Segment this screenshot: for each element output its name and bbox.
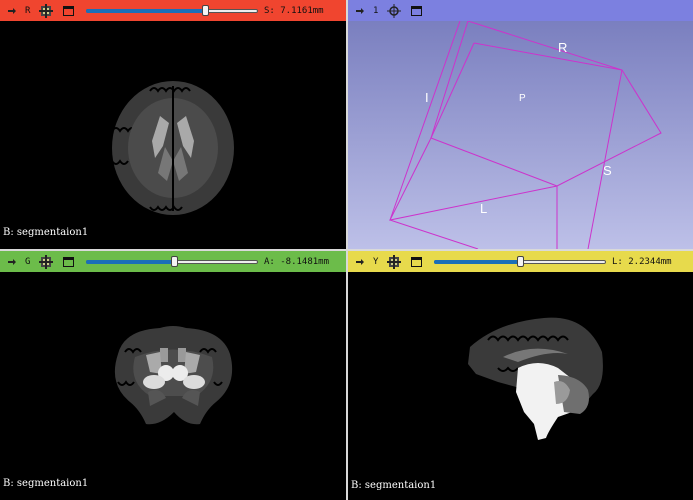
- pin-icon[interactable]: [7, 6, 17, 16]
- bounding-box: [389, 20, 662, 249]
- axis-label-s: S: [603, 163, 612, 178]
- slice-view-letter: Y: [373, 256, 379, 267]
- slider-thumb[interactable]: [517, 255, 524, 267]
- slice-canvas[interactable]: B: segmentaion1: [0, 21, 346, 249]
- yellow-slice-controller: Y L: 2.2344mm: [348, 251, 693, 272]
- slice-offset-slider[interactable]: [86, 4, 258, 18]
- layers-icon[interactable]: [39, 254, 53, 269]
- red-slice-view[interactable]: R S: 7.1161mm B: segmentaion1: [0, 0, 346, 249]
- segmentation-layer-label: B: segmentaion1: [3, 478, 89, 489]
- axis-label-p: P: [519, 93, 526, 104]
- window-maximize-icon[interactable]: [411, 256, 422, 267]
- slice-view-letter: R: [25, 5, 31, 16]
- slice-view-letter: G: [25, 256, 31, 267]
- green-slice-view[interactable]: G A: -8.1481mm B: segmentaion1: [0, 251, 346, 500]
- 3d-canvas[interactable]: R I P S L: [348, 20, 693, 249]
- slider-thumb[interactable]: [201, 4, 209, 16]
- slice-offset-readout: A: -8.1481mm: [264, 256, 330, 267]
- sagittal-brain-image: [468, 317, 603, 440]
- axis-label-l: L: [480, 201, 488, 216]
- slice-canvas[interactable]: B: segmentaion1: [348, 272, 693, 500]
- coronal-brain-image: [114, 326, 233, 425]
- segmentation-layer-label: B: segmentaion1: [3, 227, 89, 238]
- view-number: 1: [373, 5, 379, 16]
- slice-offset-readout: S: 7.1161mm: [264, 5, 324, 16]
- slice-offset-readout: L: 2.2344mm: [612, 256, 672, 267]
- slider-thumb[interactable]: [170, 255, 178, 267]
- layers-icon[interactable]: [39, 3, 53, 18]
- layers-icon[interactable]: [387, 254, 401, 269]
- slice-canvas[interactable]: B: segmentaion1: [0, 272, 346, 500]
- pin-icon[interactable]: [7, 257, 17, 267]
- segmentation-layer-label: B: segmentaion1: [351, 480, 437, 491]
- pin-icon[interactable]: [355, 6, 365, 16]
- window-maximize-icon[interactable]: [63, 5, 74, 16]
- slice-offset-slider[interactable]: [86, 255, 258, 269]
- 3d-view-controller: 1: [348, 0, 693, 21]
- window-maximize-icon[interactable]: [411, 5, 422, 16]
- center-view-icon[interactable]: [387, 3, 401, 18]
- axial-brain-image: [111, 81, 234, 215]
- window-maximize-icon[interactable]: [63, 256, 74, 267]
- red-slice-controller: R S: 7.1161mm: [0, 0, 346, 21]
- axis-label-i: I: [425, 90, 429, 105]
- 3d-view[interactable]: 1 R I P S L: [348, 0, 693, 249]
- green-slice-controller: G A: -8.1481mm: [0, 251, 346, 272]
- slice-offset-slider[interactable]: [434, 255, 606, 269]
- yellow-slice-view[interactable]: Y L: 2.2344mm B: segmentaion1: [348, 251, 693, 500]
- axis-label-r: R: [558, 40, 568, 55]
- pin-icon[interactable]: [355, 257, 365, 267]
